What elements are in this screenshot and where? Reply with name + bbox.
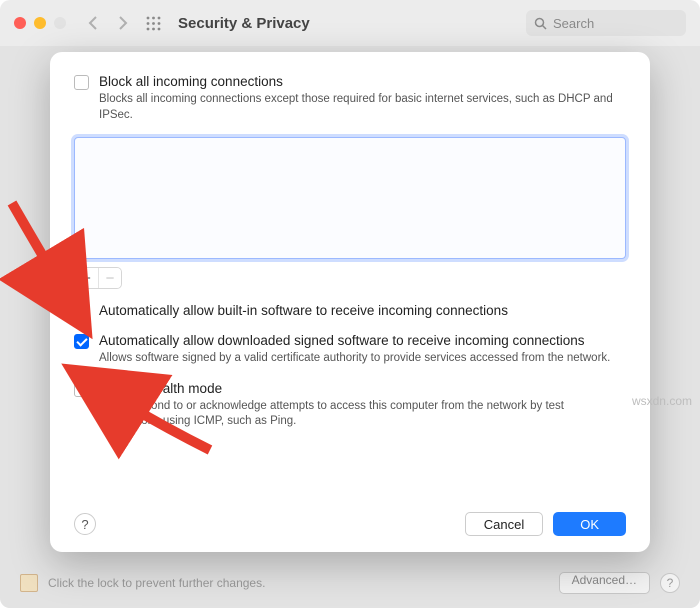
block-all-row: Block all incoming connections Blocks al… (74, 74, 626, 123)
block-all-label: Block all incoming connections (99, 74, 626, 89)
auto-downloaded-row: Automatically allow downloaded signed so… (74, 333, 626, 367)
block-all-checkbox[interactable] (74, 75, 89, 90)
forward-button (112, 12, 134, 34)
advanced-button[interactable]: Advanced… (559, 572, 650, 594)
search-icon (534, 17, 547, 30)
app-list[interactable] (74, 137, 626, 259)
stealth-description: Don't respond to or acknowledge attempts… (99, 399, 626, 430)
lock-row: Click the lock to prevent further change… (20, 568, 680, 598)
stealth-label: Enable stealth mode (99, 381, 626, 396)
lock-text: Click the lock to prevent further change… (48, 576, 265, 590)
auto-downloaded-checkbox[interactable] (74, 334, 89, 349)
auto-downloaded-label: Automatically allow downloaded signed so… (99, 333, 610, 348)
titlebar: Security & Privacy Search (0, 0, 700, 46)
close-window-icon[interactable] (14, 17, 26, 29)
ok-button[interactable]: OK (553, 512, 626, 536)
back-button[interactable] (82, 12, 104, 34)
add-remove-group: + − (74, 267, 122, 289)
sheet-help-button[interactable]: ? (74, 513, 96, 535)
auto-downloaded-description: Allows software signed by a valid certif… (99, 351, 610, 367)
show-all-icon[interactable] (142, 12, 164, 34)
remove-button: − (98, 268, 121, 288)
window-title: Security & Privacy (178, 15, 518, 32)
help-button[interactable]: ? (660, 573, 680, 593)
lock-icon[interactable] (20, 574, 38, 592)
search-input[interactable]: Search (526, 10, 686, 36)
search-placeholder: Search (553, 16, 594, 31)
minimize-window-icon[interactable] (34, 17, 46, 29)
auto-builtin-checkbox[interactable] (74, 304, 89, 319)
window-controls (14, 17, 66, 29)
stealth-checkbox[interactable] (74, 382, 89, 397)
watermark: wsxdn.com (632, 394, 692, 408)
add-button[interactable]: + (75, 268, 98, 288)
preferences-window: Security & Privacy Search Click the lock… (0, 0, 700, 608)
stealth-row: Enable stealth mode Don't respond to or … (74, 381, 626, 430)
block-all-description: Blocks all incoming connections except t… (99, 92, 626, 123)
cancel-button[interactable]: Cancel (465, 512, 543, 536)
firewall-options-sheet: Block all incoming connections Blocks al… (50, 52, 650, 552)
sheet-footer: ? Cancel OK (74, 512, 626, 536)
zoom-window-icon (54, 17, 66, 29)
auto-builtin-label: Automatically allow built-in software to… (99, 303, 508, 318)
auto-builtin-row: Automatically allow built-in software to… (74, 303, 626, 319)
